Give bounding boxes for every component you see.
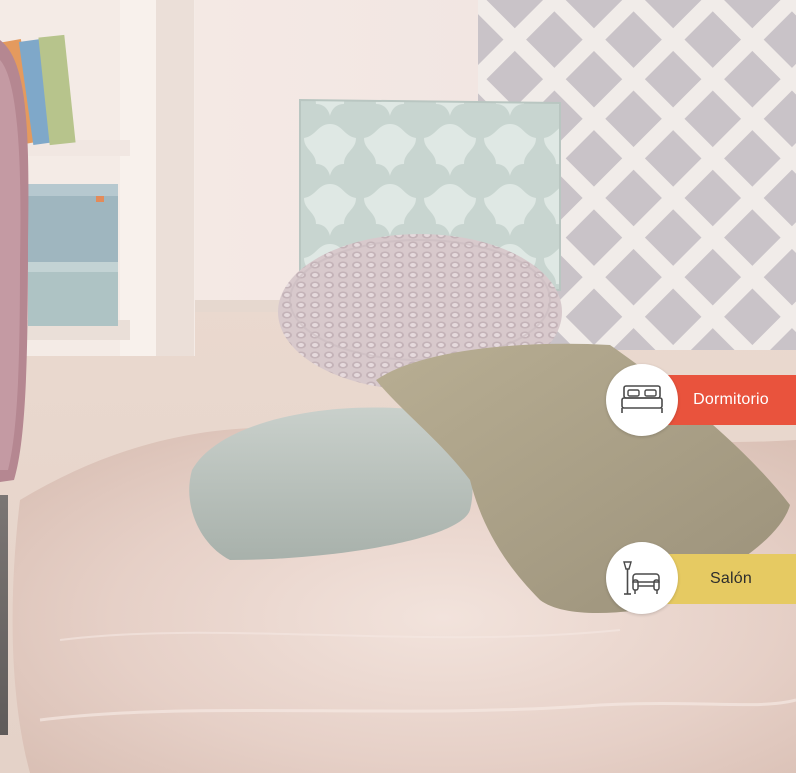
hero-banner: Dormitorio Salón <box>0 0 796 773</box>
armchair-lamp-icon <box>606 542 678 614</box>
left-edge-overlay <box>0 495 8 735</box>
category-dormitorio[interactable]: Dormitorio <box>606 364 796 436</box>
bed-icon <box>606 364 678 436</box>
category-label[interactable]: Dormitorio <box>666 375 796 425</box>
category-salon[interactable]: Salón <box>606 542 796 614</box>
category-label[interactable]: Salón <box>666 554 796 604</box>
